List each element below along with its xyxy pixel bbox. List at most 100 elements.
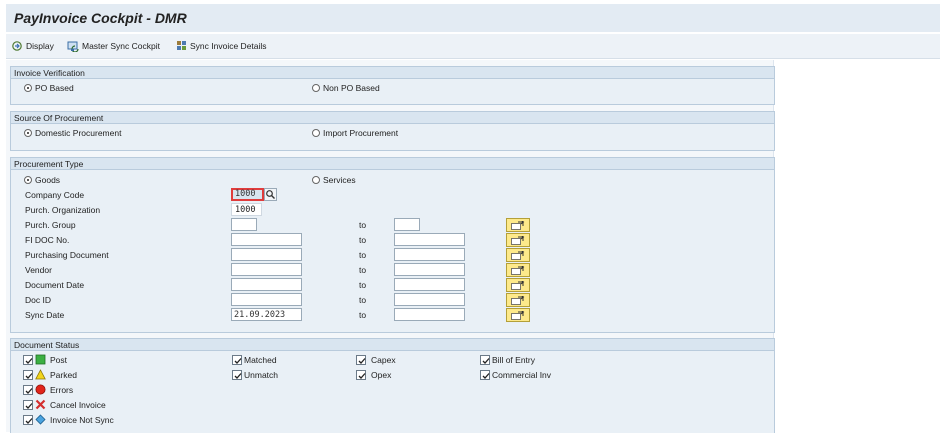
yellow-triangle-icon: [35, 369, 46, 380]
document-status-group: Document Status Post Parked Errors Cance…: [10, 338, 775, 433]
sync-date-to-input[interactable]: [394, 308, 465, 321]
checkmark-icon: [25, 373, 33, 379]
purchasing-document-from-input[interactable]: [231, 248, 302, 261]
document-date-to-input[interactable]: [394, 278, 465, 291]
doc-id-to-input[interactable]: [394, 293, 465, 306]
checkmark-icon: [25, 403, 33, 409]
source-procurement-group: Source Of Procurement Domestic Procureme…: [10, 111, 775, 151]
to-label: to: [359, 310, 367, 320]
green-square-icon: [35, 354, 46, 365]
doc-id-multiple-selection[interactable]: [506, 293, 530, 307]
multiple-selection-icon: [511, 281, 525, 290]
doc-id-from-input[interactable]: [231, 293, 302, 306]
capex-checkbox[interactable]: [356, 355, 366, 365]
bill-of-entry-checkbox[interactable]: [480, 355, 490, 365]
multiple-selection-icon: [511, 221, 525, 230]
to-label: to: [359, 220, 367, 230]
checkmark-icon: [234, 373, 242, 379]
purchasing-document-label: Purchasing Document: [25, 250, 109, 260]
checkmark-icon: [482, 358, 490, 364]
domestic-procurement-radio[interactable]: [24, 129, 32, 137]
checkmark-icon: [482, 373, 490, 379]
fi-doc-from-input[interactable]: [231, 233, 302, 246]
vendor-to-input[interactable]: [394, 263, 465, 276]
sync-invoice-details-button[interactable]: Sync Invoice Details: [176, 39, 267, 53]
display-button[interactable]: Display: [12, 39, 54, 53]
cancel-cross-icon: [35, 399, 46, 410]
sync-invoice-label: Sync Invoice Details: [190, 41, 267, 51]
company-code-input[interactable]: 1000: [231, 188, 264, 201]
group-header: Procurement Type: [11, 158, 774, 170]
company-code-label: Company Code: [25, 190, 85, 200]
post-checkbox[interactable]: [23, 355, 33, 365]
fi-doc-to-input[interactable]: [394, 233, 465, 246]
matched-checkbox[interactable]: [232, 355, 242, 365]
multiple-selection-icon: [511, 311, 525, 320]
source-procurement-title: Source Of Procurement: [14, 113, 104, 123]
invoice-not-sync-checkbox[interactable]: [23, 415, 33, 425]
matched-label: Matched: [244, 355, 277, 365]
non-po-based-radio[interactable]: [312, 84, 320, 92]
company-code-search-help[interactable]: [264, 188, 277, 201]
purch-group-from-input[interactable]: [231, 218, 257, 231]
display-icon: [12, 41, 22, 51]
sync-date-from-input[interactable]: 21.09.2023: [231, 308, 302, 321]
vendor-label: Vendor: [25, 265, 52, 275]
document-date-multiple-selection[interactable]: [506, 278, 530, 292]
document-date-from-input[interactable]: [231, 278, 302, 291]
goods-label: Goods: [35, 175, 61, 185]
to-label: to: [359, 250, 367, 260]
commercial-inv-checkbox[interactable]: [480, 370, 490, 380]
procurement-type-group: Procurement Type Goods Services Company …: [10, 157, 775, 333]
opex-label: Opex: [371, 370, 392, 380]
invoice-verification-title: Invoice Verification: [14, 68, 85, 78]
unmatch-label: Unmatch: [244, 370, 279, 380]
checkmark-icon: [358, 358, 366, 364]
parked-label: Parked: [50, 370, 77, 380]
to-label: to: [359, 235, 367, 245]
purchasing-document-to-input[interactable]: [394, 248, 465, 261]
checkmark-icon: [25, 418, 33, 424]
to-label: to: [359, 295, 367, 305]
procurement-type-title: Procurement Type: [14, 159, 84, 169]
multiple-selection-icon: [511, 266, 525, 275]
right-panel: [773, 60, 940, 432]
to-label: to: [359, 280, 367, 290]
doc-id-label: Doc ID: [25, 295, 51, 305]
errors-checkbox[interactable]: [23, 385, 33, 395]
non-po-based-label: Non PO Based: [323, 83, 380, 93]
po-based-label: PO Based: [35, 83, 74, 93]
bill-of-entry-label: Bill of Entry: [492, 355, 535, 365]
vendor-from-input[interactable]: [231, 263, 302, 276]
toolbar: Display Master Sync Cockpit Sync Invoice…: [6, 34, 940, 59]
purch-organization-label: Purch. Organization: [25, 205, 101, 215]
domestic-procurement-label: Domestic Procurement: [35, 128, 122, 138]
display-label: Display: [26, 41, 54, 51]
purch-group-multiple-selection[interactable]: [506, 218, 530, 232]
purchasing-document-multiple-selection[interactable]: [506, 248, 530, 262]
cancel-invoice-label: Cancel Invoice: [50, 400, 106, 410]
services-radio[interactable]: [312, 176, 320, 184]
autocomplete-suggestion[interactable]: 1000: [231, 203, 262, 216]
checkmark-icon: [25, 388, 33, 394]
fi-doc-label: FI DOC No.: [25, 235, 70, 245]
cancel-invoice-checkbox[interactable]: [23, 400, 33, 410]
sync-date-multiple-selection[interactable]: [506, 308, 530, 322]
fi-doc-multiple-selection[interactable]: [506, 233, 530, 247]
master-sync-cockpit-button[interactable]: Master Sync Cockpit: [67, 39, 160, 53]
vendor-multiple-selection[interactable]: [506, 263, 530, 277]
capex-label: Capex: [371, 355, 396, 365]
sync-cockpit-icon: [67, 41, 79, 52]
sync-date-label: Sync Date: [25, 310, 65, 320]
opex-checkbox[interactable]: [356, 370, 366, 380]
red-circle-icon: [35, 384, 46, 395]
po-based-radio[interactable]: [24, 84, 32, 92]
commercial-inv-label: Commercial Inv: [492, 370, 552, 380]
parked-checkbox[interactable]: [23, 370, 33, 380]
group-header: Document Status: [11, 339, 774, 351]
import-procurement-radio[interactable]: [312, 129, 320, 137]
invoice-verification-group: Invoice Verification PO Based Non PO Bas…: [10, 66, 775, 105]
goods-radio[interactable]: [24, 176, 32, 184]
unmatch-checkbox[interactable]: [232, 370, 242, 380]
purch-group-to-input[interactable]: [394, 218, 420, 231]
